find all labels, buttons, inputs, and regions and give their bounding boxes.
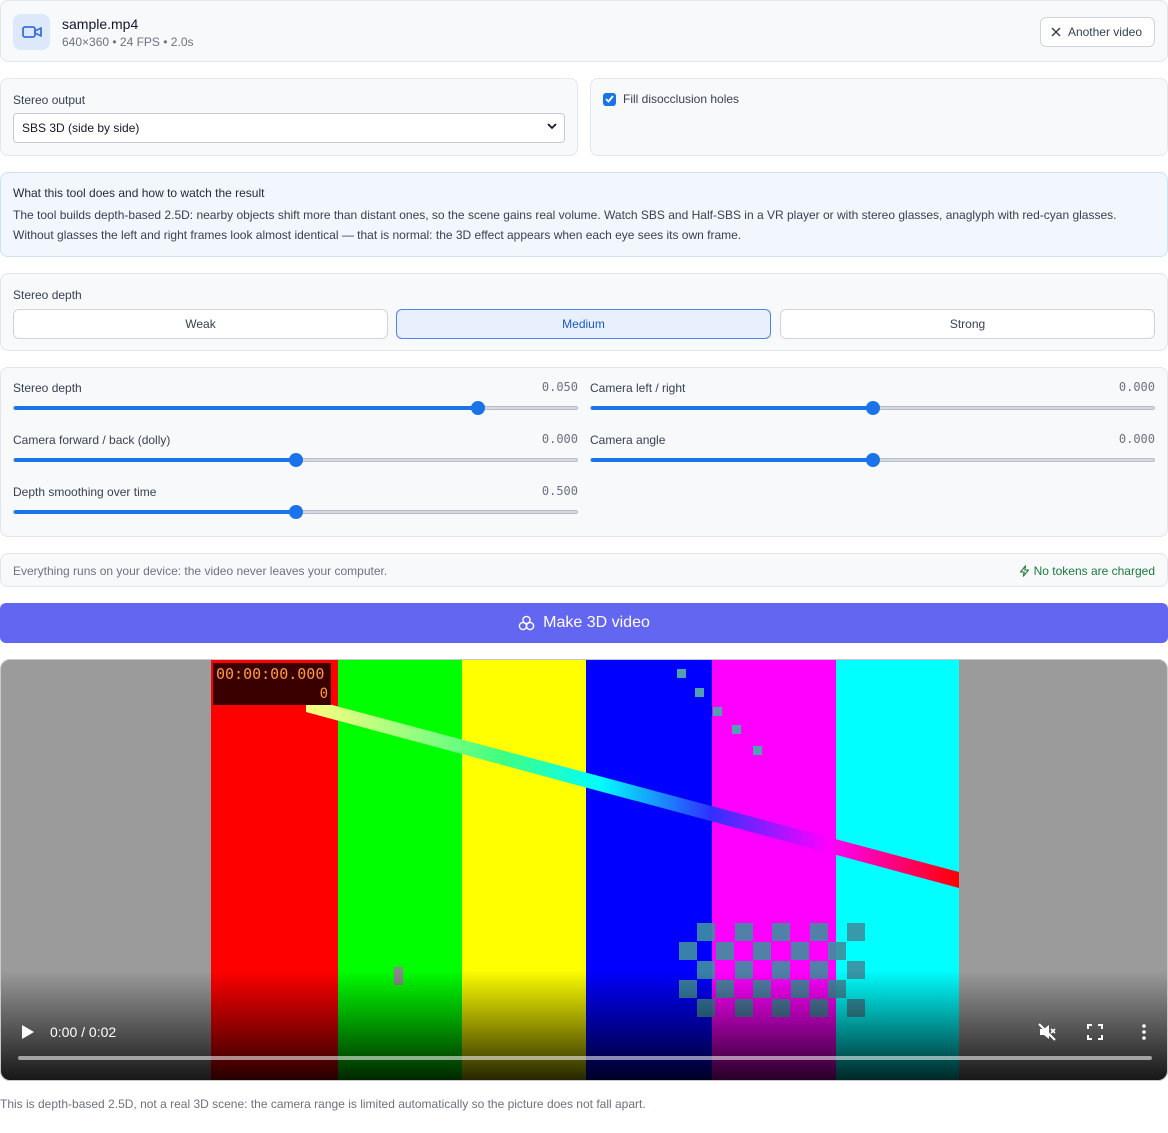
fullscreen-button[interactable] [1085,1022,1105,1042]
slider-value: 0.000 [1118,380,1155,394]
check-icon [605,95,614,103]
timecode-text: 00:00:00.000 [216,665,324,683]
slider-label: Depth smoothing over time [13,485,157,499]
depth-preset-card: Stereo depth Weak Medium Strong [0,273,1168,351]
slider-thumb[interactable] [471,401,486,415]
privacy-text: Everything runs on your device: the vide… [13,564,388,578]
slider-camera-angle: Camera angle 0.000 [590,420,1155,467]
fill-holes-row: Fill disocclusion holes [603,92,739,106]
video-player[interactable]: 00:00:00.000 0 0:00 / 0:02 [0,659,1168,1081]
file-card: sample.mp4 640×360 • 24 FPS • 2.0s Anoth… [0,0,1168,62]
slider-thumb[interactable] [288,505,303,519]
file-name: sample.mp4 [62,16,139,32]
file-meta: 640×360 • 24 FPS • 2.0s [62,35,194,49]
slider-thumb[interactable] [865,401,880,415]
more-vertical-icon [1142,1024,1146,1040]
slider-label: Camera left / right [590,381,686,395]
slider-fill [14,510,296,514]
depth-preset-label: Stereo depth [13,288,82,302]
slider-value: 0.500 [541,484,578,498]
controls-overlay [1,970,1167,1080]
slider-fill [591,406,873,410]
preset-strong-button[interactable]: Strong [780,309,1155,339]
slider-track[interactable] [590,401,1155,415]
make-3d-video-label: Make 3D video [543,614,650,631]
fill-holes-checkbox[interactable] [603,92,616,106]
slider-track[interactable] [13,505,578,519]
slider-value: 0.050 [541,380,578,394]
slider-thumb[interactable] [288,453,303,467]
video-progress-bar[interactable] [18,1056,1152,1060]
stereo-output-label: Stereo output [13,93,86,107]
info-line-1: The tool builds depth-based 2.5D: nearby… [13,208,1117,222]
slider-track[interactable] [13,401,578,415]
more-options-button[interactable] [1134,1022,1154,1042]
slider-value: 0.000 [1118,432,1155,446]
tokens-text: No tokens are charged [1033,564,1155,578]
circles-icon [518,615,535,631]
frame-number-text: 0 [320,686,328,702]
preset-weak-button[interactable]: Weak [13,309,388,339]
info-card: What this tool does and how to watch the… [0,172,1168,257]
slider-fill [14,458,296,462]
muted-speaker-icon [1038,1023,1056,1041]
play-button[interactable] [17,1022,37,1042]
stereo-output-card: Stereo output SBS 3D (side by side) [0,78,578,156]
another-video-label: Another video [1067,25,1142,39]
slider-depth-smoothing: Depth smoothing over time 0.500 [13,472,578,519]
slider-label: Camera angle [590,433,666,447]
slider-thumb[interactable] [865,453,880,467]
info-body: The tool builds depth-based 2.5D: nearby… [13,206,1153,245]
privacy-card: Everything runs on your device: the vide… [0,553,1168,587]
lightning-icon [1019,565,1029,577]
tokens-note: No tokens are charged [1019,564,1155,578]
video-camera-icon [13,14,50,50]
slider-stereo-depth: Stereo depth 0.050 [13,368,578,415]
slider-value: 0.000 [541,432,578,446]
footnote: This is depth-based 2.5D, not a real 3D … [0,1097,646,1111]
time-display: 0:00 / 0:02 [50,1024,117,1040]
mute-button[interactable] [1037,1022,1057,1042]
preset-medium-button[interactable]: Medium [396,309,771,339]
slider-label: Camera forward / back (dolly) [13,433,171,447]
slider-camera-left-right: Camera left / right 0.000 [590,368,1155,415]
fullscreen-icon [1087,1024,1103,1040]
slider-label: Stereo depth [13,381,82,395]
fill-holes-label: Fill disocclusion holes [623,92,740,106]
make-3d-video-button[interactable]: Make 3D video [0,603,1168,643]
info-line-2: Without glasses the left and right frame… [13,227,742,242]
fill-holes-card: Fill disocclusion holes [590,78,1168,156]
play-icon [22,1025,34,1039]
slider-camera-dolly: Camera forward / back (dolly) 0.000 [13,420,578,467]
close-icon [1051,27,1061,37]
slider-track[interactable] [590,453,1155,467]
camera-sliders-card: Stereo depth 0.050 Camera left / right 0… [0,367,1168,537]
info-title: What this tool does and how to watch the… [13,186,265,200]
slider-fill [14,406,479,410]
slider-track[interactable] [13,453,578,467]
another-video-button[interactable]: Another video [1039,17,1155,47]
stereo-output-select[interactable]: SBS 3D (side by side) [13,113,565,143]
slider-fill [591,458,873,462]
